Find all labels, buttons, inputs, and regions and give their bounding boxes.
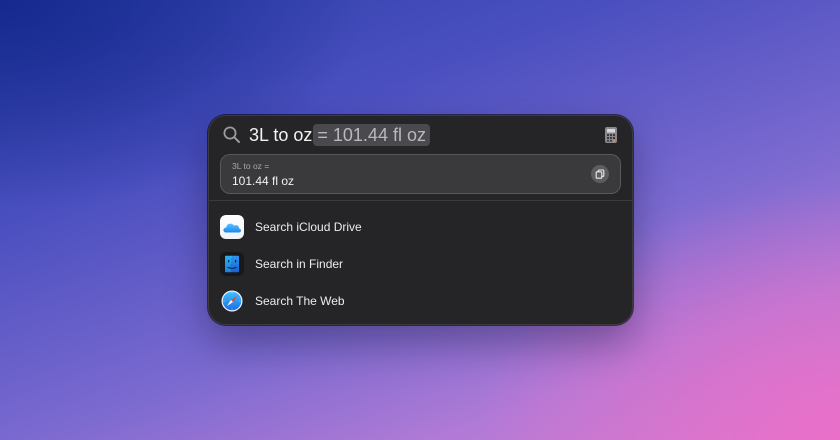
magnifying-glass-icon [222,125,242,145]
results-list: Search iCloud Drive Search in Finder Sea… [209,208,632,319]
icloud-drive-icon [220,214,244,239]
conversion-value: 101.44 fl oz [232,174,295,188]
safari-icon [220,289,244,313]
copy-button[interactable] [591,165,609,183]
search-query-text[interactable]: 3L to oz [249,125,312,146]
search-bar[interactable]: 3L to oz = 101.44 fl oz [209,116,632,154]
calculator-icon [604,126,618,144]
conversion-result-card[interactable]: 3L to oz = 101.44 fl oz [220,154,621,194]
copy-icon [595,169,605,179]
inline-conversion-result: = 101.44 fl oz [313,124,430,146]
search-input[interactable]: 3L to oz = 101.44 fl oz [249,123,430,147]
result-label: Search The Web [255,293,345,308]
result-search-icloud-drive[interactable]: Search iCloud Drive [209,208,632,245]
result-search-the-web[interactable]: Search The Web [209,282,632,319]
result-search-in-finder[interactable]: Search in Finder [209,245,632,282]
result-label: Search iCloud Drive [255,219,362,234]
result-label: Search in Finder [255,256,344,271]
finder-icon [220,251,244,276]
spotlight-panel: 3L to oz = 101.44 fl oz 3L to oz = 101.4… [208,115,633,325]
divider [209,200,632,201]
conversion-expression: 3L to oz = [232,161,270,171]
